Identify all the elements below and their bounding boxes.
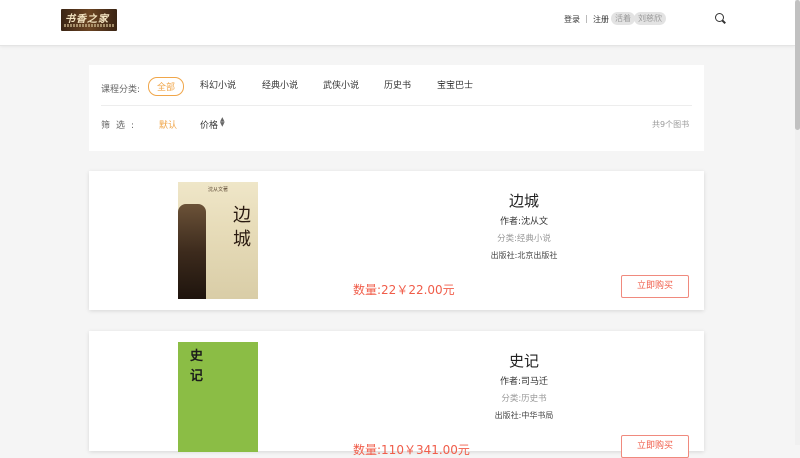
- book-price: 数量:22￥22.00元: [353, 283, 455, 297]
- sort-default[interactable]: 默认: [159, 118, 177, 131]
- search-icon[interactable]: [715, 13, 724, 22]
- site-logo[interactable]: 书香之家: [61, 9, 117, 31]
- category-all[interactable]: 全部: [148, 77, 185, 96]
- search-tag[interactable]: 刘慈欣: [634, 12, 666, 25]
- sort-price[interactable]: 价格: [200, 118, 218, 131]
- book-category: 分类:经典小说: [497, 234, 551, 244]
- login-link[interactable]: 登录: [564, 14, 580, 25]
- book-cover[interactable]: 史记: [178, 342, 258, 452]
- book-count: 共9个图书: [652, 120, 690, 129]
- book-category: 分类:历史书: [501, 394, 547, 404]
- book-title[interactable]: 史记: [474, 350, 574, 371]
- category-label: 课程分类:: [101, 85, 141, 95]
- sort-label: 筛选:: [101, 121, 141, 131]
- book-card: 史记 史记 作者:司马迁 分类:历史书 出版社:中华书局 数量:110￥341.…: [89, 331, 704, 458]
- book-price: 数量:110￥341.00元: [353, 443, 470, 457]
- category-scifi[interactable]: 科幻小说: [200, 78, 236, 91]
- nav-separator: |: [585, 14, 588, 23]
- logo-text: 书香之家: [65, 14, 109, 25]
- category-kids[interactable]: 宝宝巴士: [437, 78, 473, 91]
- cover-photo: [178, 204, 206, 299]
- category-classic[interactable]: 经典小说: [262, 78, 298, 91]
- cover-subtitle: 沈从文著: [207, 187, 228, 193]
- category-wuxia[interactable]: 武侠小说: [323, 78, 359, 91]
- book-author: 作者:司马迁: [499, 377, 549, 387]
- book-author: 作者:沈从文: [499, 217, 549, 227]
- buy-button[interactable]: 立即购买: [621, 435, 689, 458]
- book-publisher: 出版社:中华书局: [494, 411, 554, 420]
- site-header: 书香之家 登录 | 注册 活着 刘慈欣: [0, 0, 795, 46]
- cover-title: 史记: [190, 349, 204, 384]
- register-link[interactable]: 注册: [593, 14, 609, 25]
- category-history[interactable]: 历史书: [384, 78, 411, 91]
- cover-title: 边城: [233, 205, 251, 250]
- buy-button[interactable]: 立即购买: [621, 275, 689, 298]
- logo-decoration: [64, 24, 114, 27]
- book-card: 沈从文著 边城 边城 作者:沈从文 分类:经典小说 出版社:北京出版社 数量:2…: [89, 171, 704, 310]
- page-scrollbar[interactable]: [795, 0, 800, 445]
- filter-divider: [101, 105, 692, 106]
- book-publisher: 出版社:北京出版社: [490, 251, 558, 260]
- sort-arrows-icon[interactable]: ▲ ▼: [220, 117, 225, 128]
- book-cover[interactable]: 沈从文著 边城: [178, 182, 258, 299]
- book-title[interactable]: 边城: [474, 190, 574, 211]
- filter-panel: 课程分类: 全部 科幻小说 经典小说 武侠小说 历史书 宝宝巴士 筛选: 默认 …: [89, 65, 704, 151]
- search-tag[interactable]: 活着: [611, 12, 635, 25]
- scrollbar-thumb[interactable]: [795, 0, 800, 130]
